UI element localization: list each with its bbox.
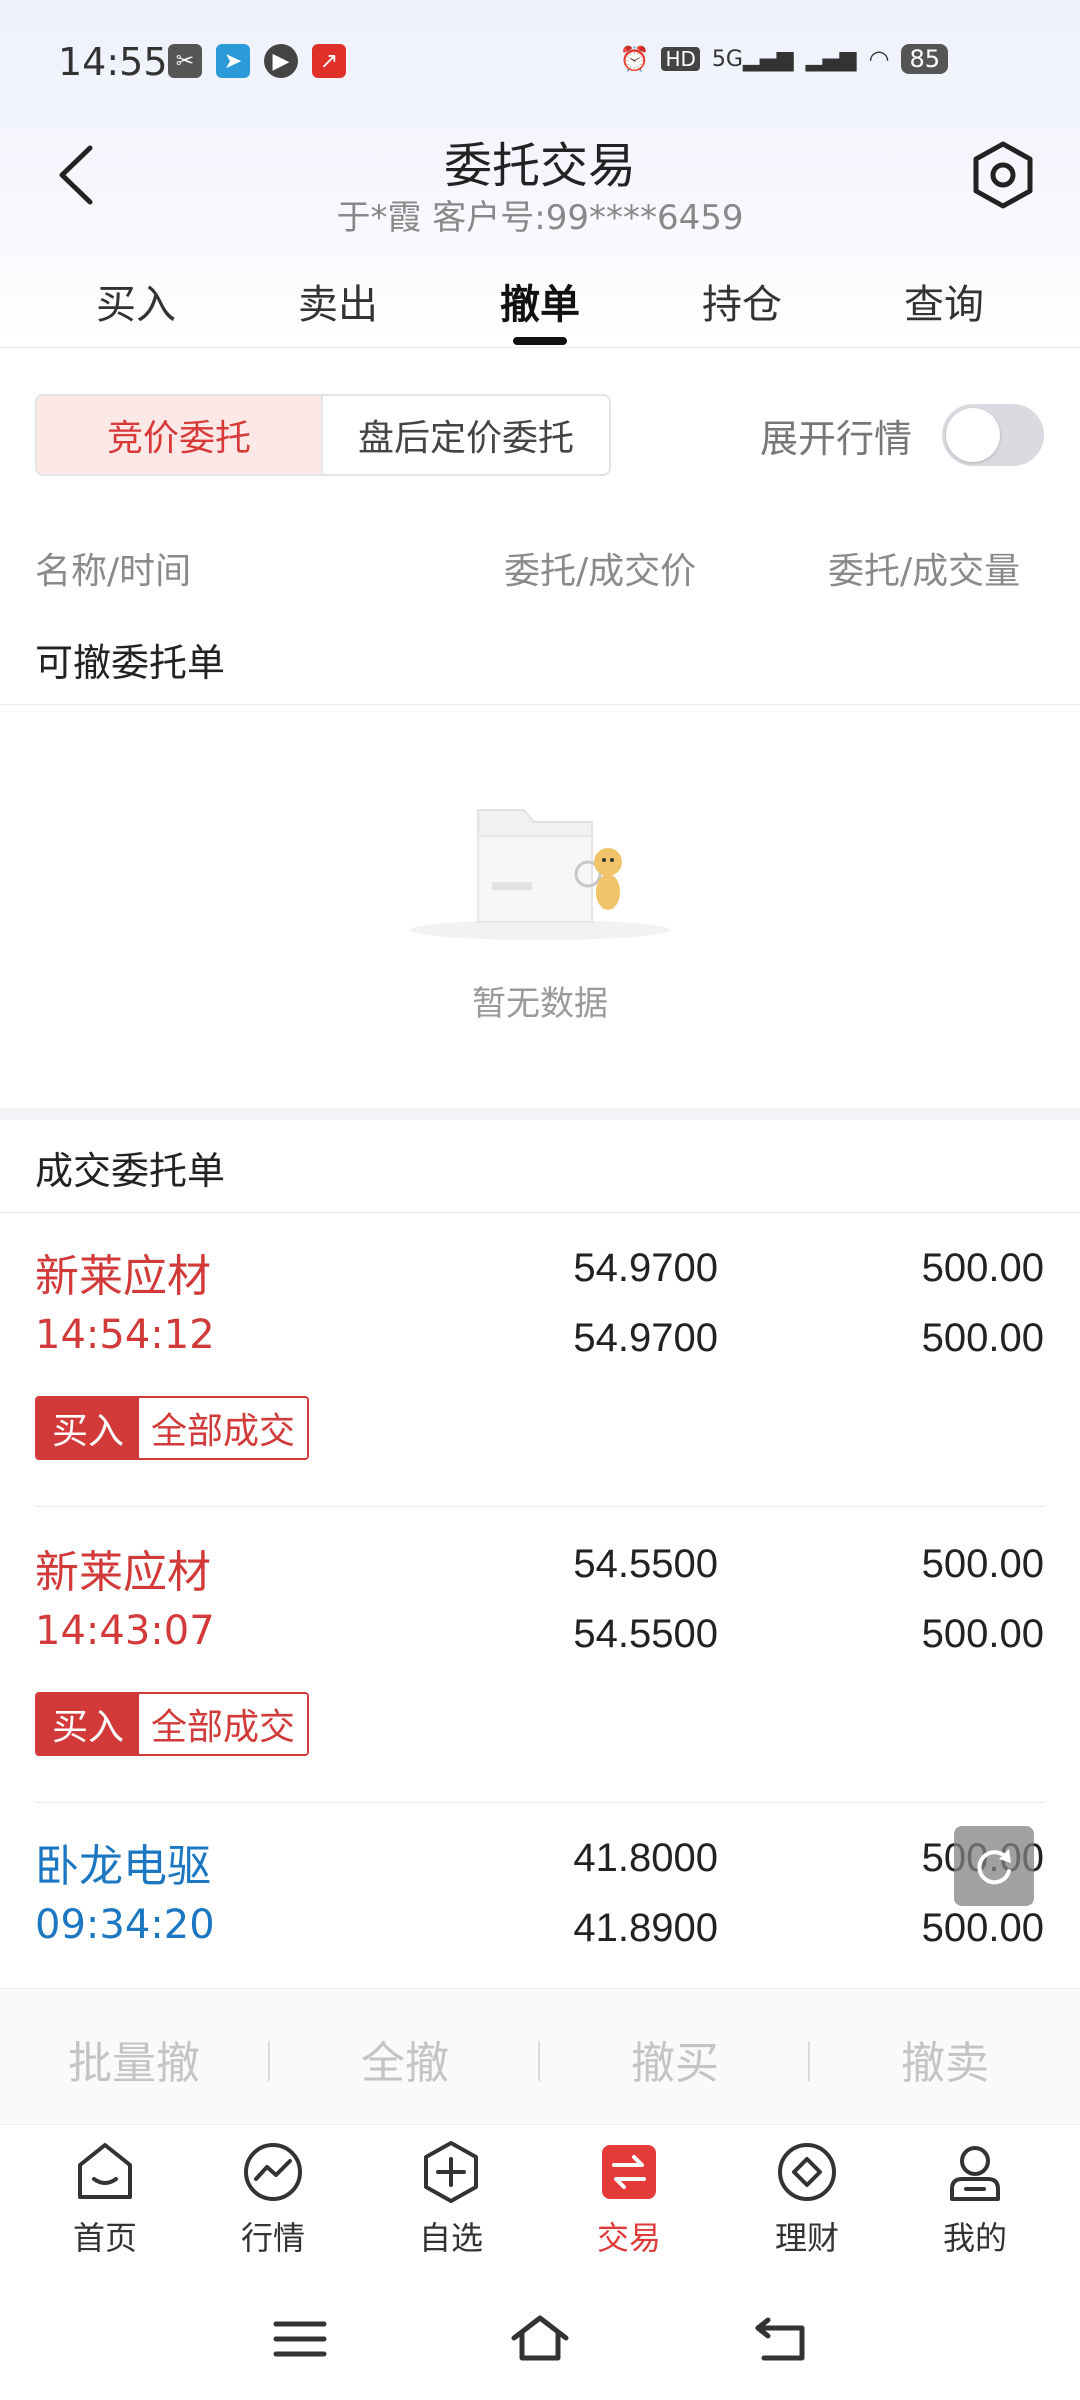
fill-price: 41.8900 [573,1906,718,1950]
expand-quotes-toggle[interactable] [942,404,1044,466]
order-price: 54.5500 [573,1542,718,1586]
tab-sell[interactable]: 卖出 [268,272,408,330]
tab-cancel[interactable]: 撤单 [470,272,610,330]
nav-watchlist[interactable]: 自选 [381,2139,521,2259]
cancel-buy-button[interactable]: 撤买 [575,2027,775,2091]
nav-label: 理财 [774,2219,839,2257]
order-type-segment: 竞价委托 盘后定价委托 [35,394,611,476]
nav-label: 我的 [942,2219,1007,2257]
column-name-time: 名称/时间 [35,551,192,592]
segment-after-hours-order[interactable]: 盘后定价委托 [323,396,609,474]
section-spacer [0,1108,1080,1120]
fill-quantity: 500.00 [921,1316,1044,1360]
order-price: 41.8000 [573,1836,718,1880]
batch-cancel-button[interactable]: 批量撤 [34,2027,234,2091]
fill-quantity: 500.00 [921,1612,1044,1656]
segment-auction-order[interactable]: 竞价委托 [37,396,323,474]
home-system-icon[interactable] [510,2312,570,2366]
system-navigation [0,2274,1080,2400]
refresh-icon [977,1849,1011,1885]
profile-icon [950,2146,1000,2201]
expand-quotes-label: 展开行情 [760,417,913,461]
status-badge: 买入 全部成交 [35,1396,310,1460]
order-quantity: 500.00 [921,1246,1044,1290]
row-divider [35,1802,1045,1803]
action-separator [808,2041,810,2081]
tab-query[interactable]: 查询 [874,272,1014,330]
hd-icon: HD [661,47,700,71]
back-system-icon[interactable] [750,2312,810,2366]
play-icon: ▶ [264,44,298,78]
stock-name: 新莱应材 [35,1251,211,1302]
market-icon [244,2143,302,2201]
signal-icon: 5G▂▄▆ [711,46,794,72]
active-tab-indicator [513,337,567,345]
cancel-sell-button[interactable]: 撤卖 [845,2027,1045,2091]
system-status-icons: ⏰ HD 5G▂▄▆ ▂▄▆ ◠ 85 [620,44,948,74]
app-notification-icon: ✂ [168,44,202,78]
section-divider [0,1212,1080,1213]
battery-indicator: 85 [901,44,948,74]
fill-price: 54.9700 [573,1316,718,1360]
status-time: 14:55 [58,40,168,84]
notification-icons: ✂ ➤ ▶ ↗ [168,44,346,78]
fill-price: 54.5500 [573,1612,718,1656]
bottom-navigation: 首页 行情 自选 交易 理财 我的 [0,2124,1080,2274]
action-separator [538,2041,540,2081]
watchlist-icon [424,2141,478,2203]
account-info: 于*霞 客户号:99****6459 [336,198,744,238]
status-bar: 14:55 ✂ ➤ ▶ ↗ ⏰ HD 5G▂▄▆ ▂▄▆ ◠ 85 [0,0,1080,120]
section-divider [0,704,1080,705]
fill-status: 全部成交 [139,1398,308,1458]
trade-icon [602,2145,656,2199]
cancellable-section-title: 可撤委托单 [35,641,226,685]
page-title: 委托交易 [443,138,636,194]
nav-label: 首页 [72,2219,137,2257]
wealth-icon [778,2143,836,2201]
nav-label: 行情 [240,2219,305,2257]
trade-tabs: 买入 卖出 撤单 持仓 查询 [0,262,1080,348]
stock-app-icon: ↗ [312,44,346,78]
gear-icon [973,141,1033,209]
alarm-icon: ⏰ [619,45,650,73]
order-time: 14:54:12 [35,1312,215,1358]
nav-market[interactable]: 行情 [203,2139,343,2259]
side-badge: 买入 [37,1398,139,1458]
nav-home[interactable]: 首页 [35,2139,175,2259]
column-price: 委托/成交价 [504,551,697,592]
wifi-icon: ◠ [868,45,890,73]
refresh-float-button[interactable] [954,1826,1034,1906]
action-separator [268,2041,270,2081]
nav-trade[interactable]: 交易 [559,2139,699,2259]
stock-name: 新莱应材 [35,1547,211,1598]
order-price: 54.9700 [573,1246,718,1290]
order-time: 14:43:07 [35,1608,215,1654]
fill-status: 全部成交 [139,1694,308,1754]
filled-section-title: 成交委托单 [35,1149,226,1193]
status-badge: 买入 全部成交 [35,1692,310,1756]
side-badge: 买入 [37,1694,139,1754]
stock-name: 卧龙电驱 [35,1841,211,1892]
signal-icon-2: ▂▄▆ [805,46,857,72]
telegram-icon: ➤ [216,44,250,78]
cancel-action-bar: 批量撤 全撤 撤买 撤卖 [0,1988,1080,2124]
order-time: 09:34:20 [35,1902,215,1948]
nav-label: 自选 [418,2219,483,2257]
row-divider [35,1506,1045,1507]
empty-folder-illustration [410,809,670,940]
nav-label: 交易 [596,2219,661,2257]
home-icon [78,2143,132,2199]
empty-state-text: 暂无数据 [472,984,608,1024]
toggle-knob [946,408,1000,462]
tab-buy[interactable]: 买入 [66,272,206,330]
column-quantity: 委托/成交量 [828,551,1021,592]
cancel-all-button[interactable]: 全撤 [305,2027,505,2091]
menu-icon[interactable] [270,2312,330,2366]
settings-button[interactable] [968,140,1038,210]
tab-holdings[interactable]: 持仓 [672,272,812,330]
fill-quantity: 500.00 [921,1906,1044,1950]
nav-wealth[interactable]: 理财 [737,2139,877,2259]
order-quantity: 500.00 [921,1542,1044,1586]
nav-profile[interactable]: 我的 [905,2139,1045,2259]
